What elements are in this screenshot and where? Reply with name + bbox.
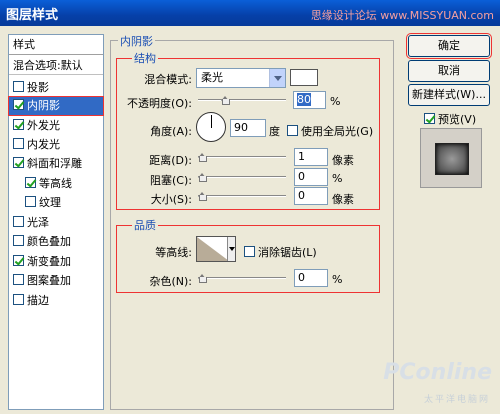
style-item-contour[interactable]: 等高线 [25,175,72,193]
checkbox-gradient-overlay[interactable] [13,255,24,266]
distance-slider[interactable] [198,156,286,158]
style-preview [420,128,482,188]
checkbox-texture[interactable] [25,196,36,207]
preview-checkbox[interactable]: 预览(V) [424,111,476,127]
style-item-stroke[interactable]: 描边 [13,292,49,310]
chevron-down-icon[interactable] [227,237,235,261]
style-item-gradient-overlay[interactable]: 渐变叠加 [13,253,71,271]
size-input[interactable]: 0 [294,187,328,205]
opacity-slider[interactable] [198,99,286,101]
checkbox-drop-shadow[interactable] [13,81,24,92]
checkbox-inner-glow[interactable] [13,138,24,149]
style-item-pattern-overlay[interactable]: 图案叠加 [13,272,71,290]
checkbox-contour[interactable] [25,177,36,188]
anti-alias-checkbox[interactable]: 消除锯齿(L) [244,244,317,260]
global-light-checkbox[interactable]: 使用全局光(G) [287,123,373,139]
watermark: 思缘设计论坛 www.MISSYUAN.com [310,9,494,22]
angle-dial[interactable] [196,112,226,142]
contour-label: 等高线: [155,246,192,259]
inner-shadow-title: 内阴影 [118,33,155,49]
distance-label: 距离(D): [149,154,192,167]
style-item-satin[interactable]: 光泽 [13,214,49,232]
style-item-inner-shadow[interactable]: 内阴影 [8,96,104,116]
structure-title: 结构 [132,50,158,66]
distance-slider-thumb[interactable] [198,153,207,162]
style-item-bevel-emboss[interactable]: 斜面和浮雕 [13,155,82,173]
angle-label: 角度(A): [150,125,192,138]
noise-unit: % [332,273,343,286]
noise-input[interactable]: 0 [294,269,328,287]
quality-title: 品质 [132,217,158,233]
style-item-inner-glow[interactable]: 内发光 [13,136,60,154]
blend-options-item[interactable]: 混合选项:默认 [9,57,103,75]
style-list-panel: 样式 混合选项:默认 投影 内阴影 外发光 内发光 斜面和浮雕 等高线 纹理 光… [8,34,104,410]
window-title: 图层样式 [6,8,59,23]
noise-slider-thumb[interactable] [198,274,207,283]
preview-swatch [435,143,469,175]
checkbox-outer-glow[interactable] [13,119,24,130]
checkbox-inner-shadow[interactable] [13,99,24,110]
noise-label: 杂色(N): [149,275,192,288]
choke-unit: % [332,172,343,185]
opacity-unit: % [330,95,341,108]
cancel-button[interactable]: 取消 [408,60,490,82]
contour-curve-icon [197,237,229,261]
style-item-outer-glow[interactable]: 外发光 [13,117,60,135]
blend-mode-select[interactable]: 柔光 [196,68,286,88]
blend-mode-label: 混合模式: [144,73,192,86]
angle-unit: 度 [269,125,280,138]
choke-input[interactable]: 0 [294,168,328,186]
distance-unit: 像素 [332,154,354,167]
ok-button[interactable]: 确定 [406,33,492,59]
checkbox-stroke[interactable] [13,294,24,305]
style-item-texture[interactable]: 纹理 [25,194,61,212]
style-item-drop-shadow[interactable]: 投影 [13,79,49,97]
size-unit: 像素 [332,193,354,206]
pconline-logo: PConline 太平洋电脑网 [383,360,492,405]
checkbox-color-overlay[interactable] [13,235,24,246]
checkbox-bevel-emboss[interactable] [13,157,24,168]
choke-label: 阻塞(C): [150,174,192,187]
checkbox-satin[interactable] [13,216,24,227]
size-label: 大小(S): [150,193,192,206]
checkbox-pattern-overlay[interactable] [13,274,24,285]
choke-slider[interactable] [198,176,286,178]
opacity-slider-thumb[interactable] [221,96,230,105]
choke-slider-thumb[interactable] [198,173,207,182]
distance-input[interactable]: 1 [294,148,328,166]
new-style-button[interactable]: 新建样式(W)... [408,84,490,106]
chevron-down-icon [269,69,285,87]
opacity-input[interactable]: 80 [293,91,326,109]
title-bar: 图层样式 思缘设计论坛 www.MISSYUAN.com [0,0,500,26]
angle-input[interactable]: 90 [230,119,266,137]
shadow-color-swatch[interactable] [290,69,318,86]
contour-picker[interactable] [196,236,236,262]
size-slider-thumb[interactable] [198,192,207,201]
styles-header[interactable]: 样式 [9,35,103,55]
noise-slider[interactable] [198,277,286,279]
opacity-label: 不透明度(O): [127,97,192,110]
style-item-color-overlay[interactable]: 颜色叠加 [13,233,71,251]
size-slider[interactable] [198,195,286,197]
